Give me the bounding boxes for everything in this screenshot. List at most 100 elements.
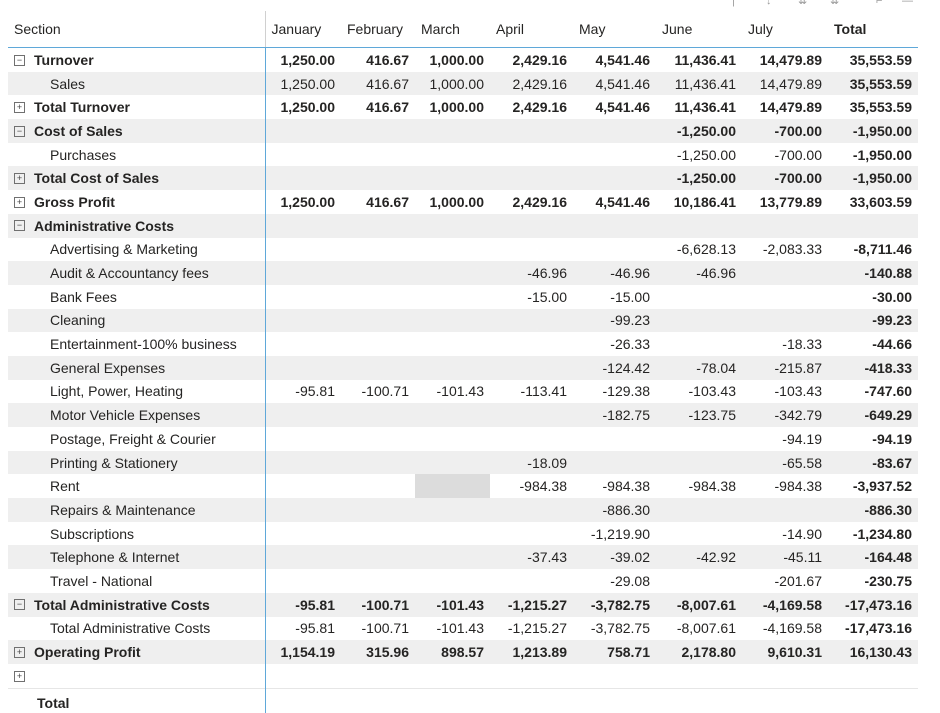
value-cell[interactable] xyxy=(656,450,742,475)
value-cell[interactable]: 4,541.46 xyxy=(573,190,656,214)
value-cell[interactable] xyxy=(415,403,490,427)
row-header[interactable]: Audit & Accountancy fees xyxy=(8,261,265,285)
row-total-cell[interactable]: -44.66 xyxy=(828,332,918,356)
value-cell[interactable]: 1,250.00 xyxy=(264,95,341,120)
row-total-cell[interactable]: -17,473.16 xyxy=(828,592,918,617)
value-cell[interactable] xyxy=(415,474,490,499)
value-cell[interactable] xyxy=(415,355,490,380)
column-header-february[interactable]: February xyxy=(341,11,415,48)
value-cell[interactable] xyxy=(742,308,828,333)
value-cell[interactable]: -6,628.13 xyxy=(656,238,742,262)
value-cell[interactable]: -1,250.00 xyxy=(656,166,742,191)
value-cell[interactable] xyxy=(415,213,490,238)
row-total-cell[interactable]: -17,473.16 xyxy=(828,617,918,641)
value-cell[interactable] xyxy=(341,119,415,143)
value-cell[interactable] xyxy=(341,213,415,238)
value-cell[interactable] xyxy=(656,522,742,546)
value-cell[interactable]: 14,479.89 xyxy=(742,71,828,96)
value-cell[interactable] xyxy=(490,332,573,356)
value-cell[interactable] xyxy=(828,687,918,713)
column-header-july[interactable]: July xyxy=(742,11,828,48)
value-cell[interactable]: -103.43 xyxy=(742,380,828,404)
column-header-total[interactable]: Total xyxy=(828,11,918,48)
value-cell[interactable]: -99.23 xyxy=(573,308,656,333)
value-cell[interactable]: 2,429.16 xyxy=(490,48,573,72)
minus-box-icon[interactable]: − xyxy=(14,54,25,66)
value-cell[interactable] xyxy=(490,687,573,713)
value-cell[interactable] xyxy=(341,545,415,570)
row-header[interactable]: + xyxy=(8,664,265,689)
value-cell[interactable]: -129.38 xyxy=(573,380,656,404)
value-cell[interactable]: 14,479.89 xyxy=(742,48,828,72)
value-cell[interactable] xyxy=(573,427,656,451)
row-header[interactable]: Postage, Freight & Courier xyxy=(8,427,265,451)
value-cell[interactable] xyxy=(341,427,415,451)
value-cell[interactable] xyxy=(415,285,490,309)
value-cell[interactable]: -78.04 xyxy=(656,355,742,380)
value-cell[interactable]: 1,000.00 xyxy=(415,48,490,72)
value-cell[interactable] xyxy=(490,403,573,427)
row-total-cell[interactable]: -230.75 xyxy=(828,569,918,593)
value-cell[interactable]: -201.67 xyxy=(742,569,828,593)
value-cell[interactable] xyxy=(656,427,742,451)
value-cell[interactable]: 1,250.00 xyxy=(264,47,341,72)
value-cell[interactable]: -700.00 xyxy=(742,119,828,143)
value-cell[interactable] xyxy=(264,569,341,593)
value-cell[interactable] xyxy=(264,403,341,427)
value-cell[interactable] xyxy=(490,355,573,380)
value-cell[interactable] xyxy=(415,332,490,356)
value-cell[interactable] xyxy=(341,474,415,498)
value-cell[interactable]: -18.09 xyxy=(490,450,573,475)
value-cell[interactable] xyxy=(415,545,490,570)
value-cell[interactable] xyxy=(490,569,573,593)
value-cell[interactable]: 4,541.46 xyxy=(573,71,656,96)
row-header[interactable]: − Cost of Sales xyxy=(8,119,265,143)
value-cell[interactable] xyxy=(656,332,742,356)
value-cell[interactable] xyxy=(656,213,742,238)
value-cell[interactable]: -984.38 xyxy=(490,474,573,498)
row-header[interactable]: Telephone & Internet xyxy=(8,545,265,570)
value-cell[interactable]: -1,219.90 xyxy=(573,522,656,546)
value-cell[interactable] xyxy=(415,522,490,546)
value-cell[interactable] xyxy=(573,450,656,475)
value-cell[interactable]: -113.41 xyxy=(490,380,573,404)
column-header-may[interactable]: May xyxy=(573,11,656,48)
value-cell[interactable] xyxy=(341,285,415,309)
row-total-cell[interactable]: -1,950.00 xyxy=(828,119,918,143)
value-cell[interactable] xyxy=(264,545,341,570)
row-header[interactable]: Total Administrative Costs xyxy=(8,617,265,641)
row-total-cell[interactable]: 35,553.59 xyxy=(828,71,918,96)
row-total-cell[interactable]: -747.60 xyxy=(828,380,918,404)
value-cell[interactable]: -65.58 xyxy=(742,450,828,475)
value-cell[interactable]: 416.67 xyxy=(341,95,415,119)
value-cell[interactable]: 315.96 xyxy=(341,640,415,664)
row-total-cell[interactable]: -94.19 xyxy=(828,427,918,451)
row-total-cell[interactable]: 33,603.59 xyxy=(828,190,918,214)
column-header-june[interactable]: June xyxy=(656,11,742,48)
row-header[interactable]: − Administrative Costs xyxy=(8,213,265,238)
value-cell[interactable] xyxy=(490,213,573,238)
value-cell[interactable] xyxy=(264,213,341,238)
value-cell[interactable]: -2,083.33 xyxy=(742,238,828,262)
value-cell[interactable] xyxy=(490,308,573,333)
value-cell[interactable]: -1,250.00 xyxy=(656,143,742,167)
column-header-april[interactable]: April xyxy=(490,11,573,48)
value-cell[interactable] xyxy=(490,522,573,546)
value-cell[interactable] xyxy=(656,687,742,713)
value-cell[interactable] xyxy=(490,143,573,167)
value-cell[interactable] xyxy=(341,332,415,356)
value-cell[interactable] xyxy=(264,237,341,262)
value-cell[interactable]: 416.67 xyxy=(341,48,415,72)
value-cell[interactable] xyxy=(415,308,490,333)
minus-box-icon[interactable]: − xyxy=(14,125,25,137)
value-cell[interactable]: -94.19 xyxy=(742,427,828,451)
column-header-january[interactable]: January xyxy=(264,11,341,48)
value-cell[interactable]: -984.38 xyxy=(573,474,656,498)
value-cell[interactable]: 11,436.41 xyxy=(656,48,742,72)
value-cell[interactable]: -700.00 xyxy=(742,143,828,167)
value-cell[interactable]: 1,250.00 xyxy=(264,190,341,214)
value-cell[interactable] xyxy=(264,142,341,167)
value-cell[interactable]: -101.43 xyxy=(415,592,490,617)
value-cell[interactable] xyxy=(264,284,341,309)
row-header[interactable]: Subscriptions xyxy=(8,522,265,546)
